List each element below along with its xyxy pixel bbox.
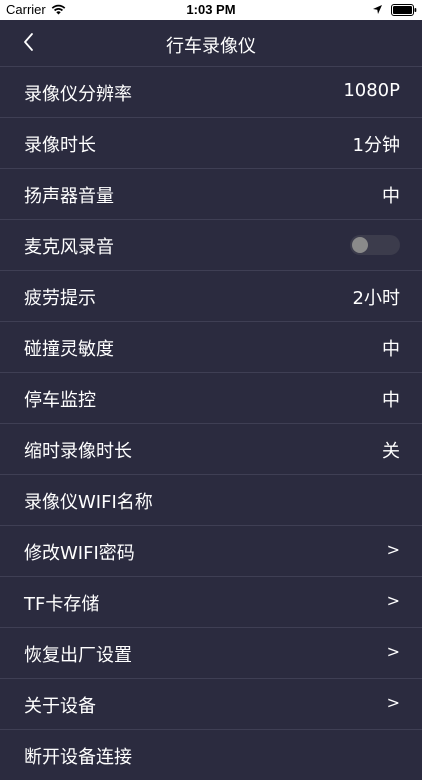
status-time: 1:03 PM	[186, 2, 236, 17]
page-title: 行车录像仪	[166, 36, 256, 57]
setting-disconnect-device[interactable]: 断开设备连接	[0, 729, 422, 780]
setting-label: 关于设备	[24, 696, 96, 717]
setting-factory-reset[interactable]: 恢复出厂设置 >	[0, 627, 422, 678]
setting-label: 录像仪WIFI名称	[24, 492, 153, 513]
setting-wifi-name[interactable]: 录像仪WIFI名称	[0, 474, 422, 525]
setting-value: 2小时	[352, 288, 400, 309]
setting-label: 停车监控	[24, 390, 96, 411]
setting-value: 1080P	[343, 80, 400, 101]
toggle-knob	[352, 237, 368, 253]
setting-label: 碰撞灵敏度	[24, 339, 114, 360]
chevron-right-icon: >	[386, 591, 400, 610]
setting-label: 录像时长	[24, 135, 96, 156]
setting-tf-card-storage[interactable]: TF卡存储 >	[0, 576, 422, 627]
chevron-right-icon: >	[386, 693, 400, 712]
setting-value: 关	[382, 441, 400, 462]
setting-parking-monitor[interactable]: 停车监控 中	[0, 372, 422, 423]
setting-label: 断开设备连接	[24, 747, 132, 768]
setting-value: 中	[382, 339, 400, 360]
setting-label: TF卡存储	[24, 594, 100, 615]
setting-label: 录像仪分辨率	[24, 84, 132, 105]
chevron-right-icon: >	[386, 642, 400, 661]
setting-value: 1分钟	[352, 135, 400, 156]
setting-change-wifi-password[interactable]: 修改WIFI密码 >	[0, 525, 422, 576]
setting-label: 修改WIFI密码	[24, 543, 135, 564]
setting-label: 麦克风录音	[24, 237, 114, 258]
battery-icon	[391, 4, 417, 20]
setting-value: 中	[382, 186, 400, 207]
setting-speaker-volume[interactable]: 扬声器音量 中	[0, 168, 422, 219]
setting-collision-sensitivity[interactable]: 碰撞灵敏度 中	[0, 321, 422, 372]
setting-mic-recording: 麦克风录音	[0, 219, 422, 270]
mic-recording-toggle[interactable]	[350, 235, 400, 255]
chevron-right-icon: >	[386, 540, 400, 559]
setting-resolution[interactable]: 录像仪分辨率 1080P	[0, 66, 422, 117]
location-arrow-icon	[372, 4, 383, 19]
navigation-bar: 行车录像仪	[0, 20, 422, 66]
setting-about-device[interactable]: 关于设备 >	[0, 678, 422, 729]
setting-fatigue-reminder[interactable]: 疲劳提示 2小时	[0, 270, 422, 321]
setting-value: 中	[382, 390, 400, 411]
setting-record-duration[interactable]: 录像时长 1分钟	[0, 117, 422, 168]
settings-list: 录像仪分辨率 1080P 录像时长 1分钟 扬声器音量 中 麦克风录音 疲劳提示…	[0, 66, 422, 780]
setting-timelapse-duration[interactable]: 缩时录像时长 关	[0, 423, 422, 474]
status-bar: Carrier 1:03 PM	[0, 0, 422, 20]
setting-label: 扬声器音量	[24, 186, 114, 207]
setting-label: 恢复出厂设置	[24, 645, 132, 666]
setting-label: 疲劳提示	[24, 288, 96, 309]
setting-label: 缩时录像时长	[24, 441, 132, 462]
